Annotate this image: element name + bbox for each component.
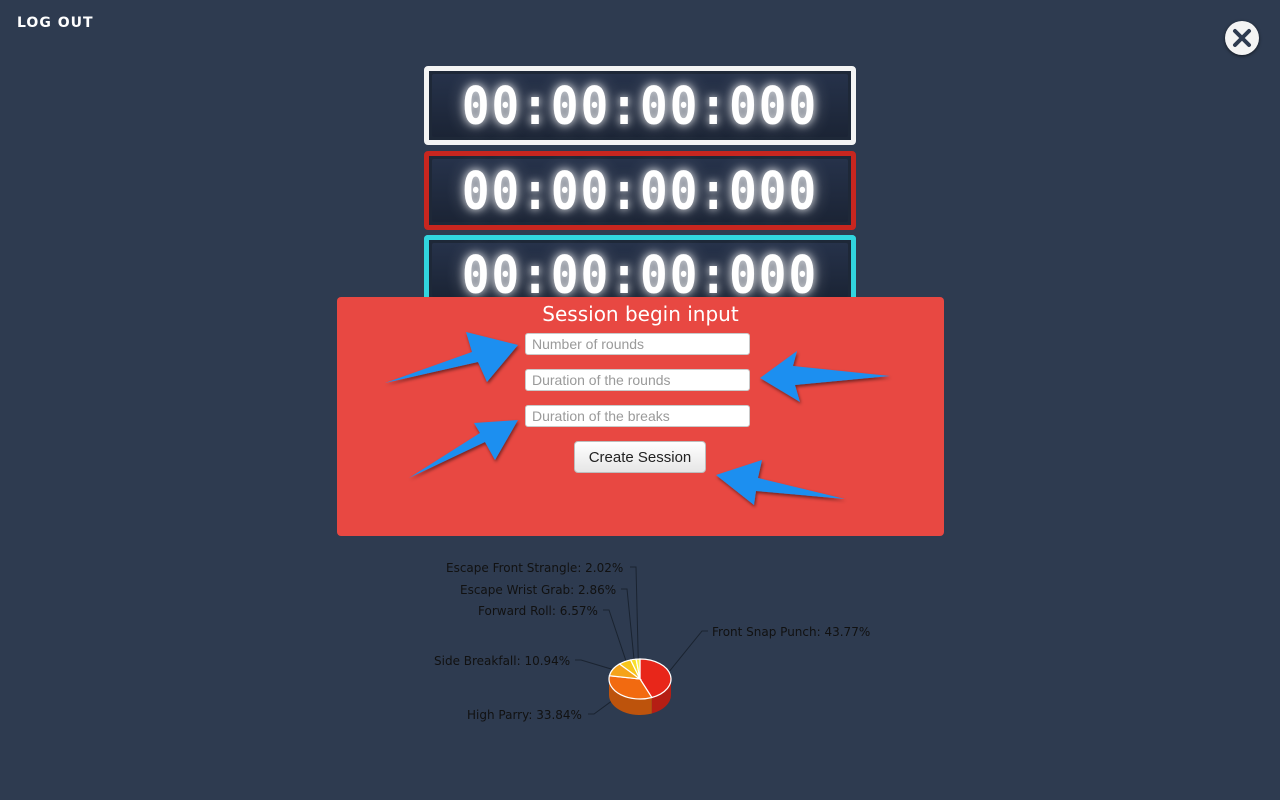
pie-chart [575,566,708,715]
pie-slice-label: Side Breakfall: 10.94% [434,654,571,668]
pie-slice-label: Escape Front Strangle: 2.02% [446,561,624,575]
pie-slice-label: Front Snap Punch: 43.77% [712,625,871,639]
pie-slice-label: Escape Wrist Grab: 2.86% [460,583,617,597]
pie-slice-label: Forward Roll: 6.57% [478,604,598,618]
pie-leader-line [665,630,708,677]
pie-leader-line [603,609,628,665]
pie-leader-line [575,659,618,672]
pie-leader-line [630,566,639,663]
pie-slice-label: High Parry: 33.84% [467,708,582,722]
